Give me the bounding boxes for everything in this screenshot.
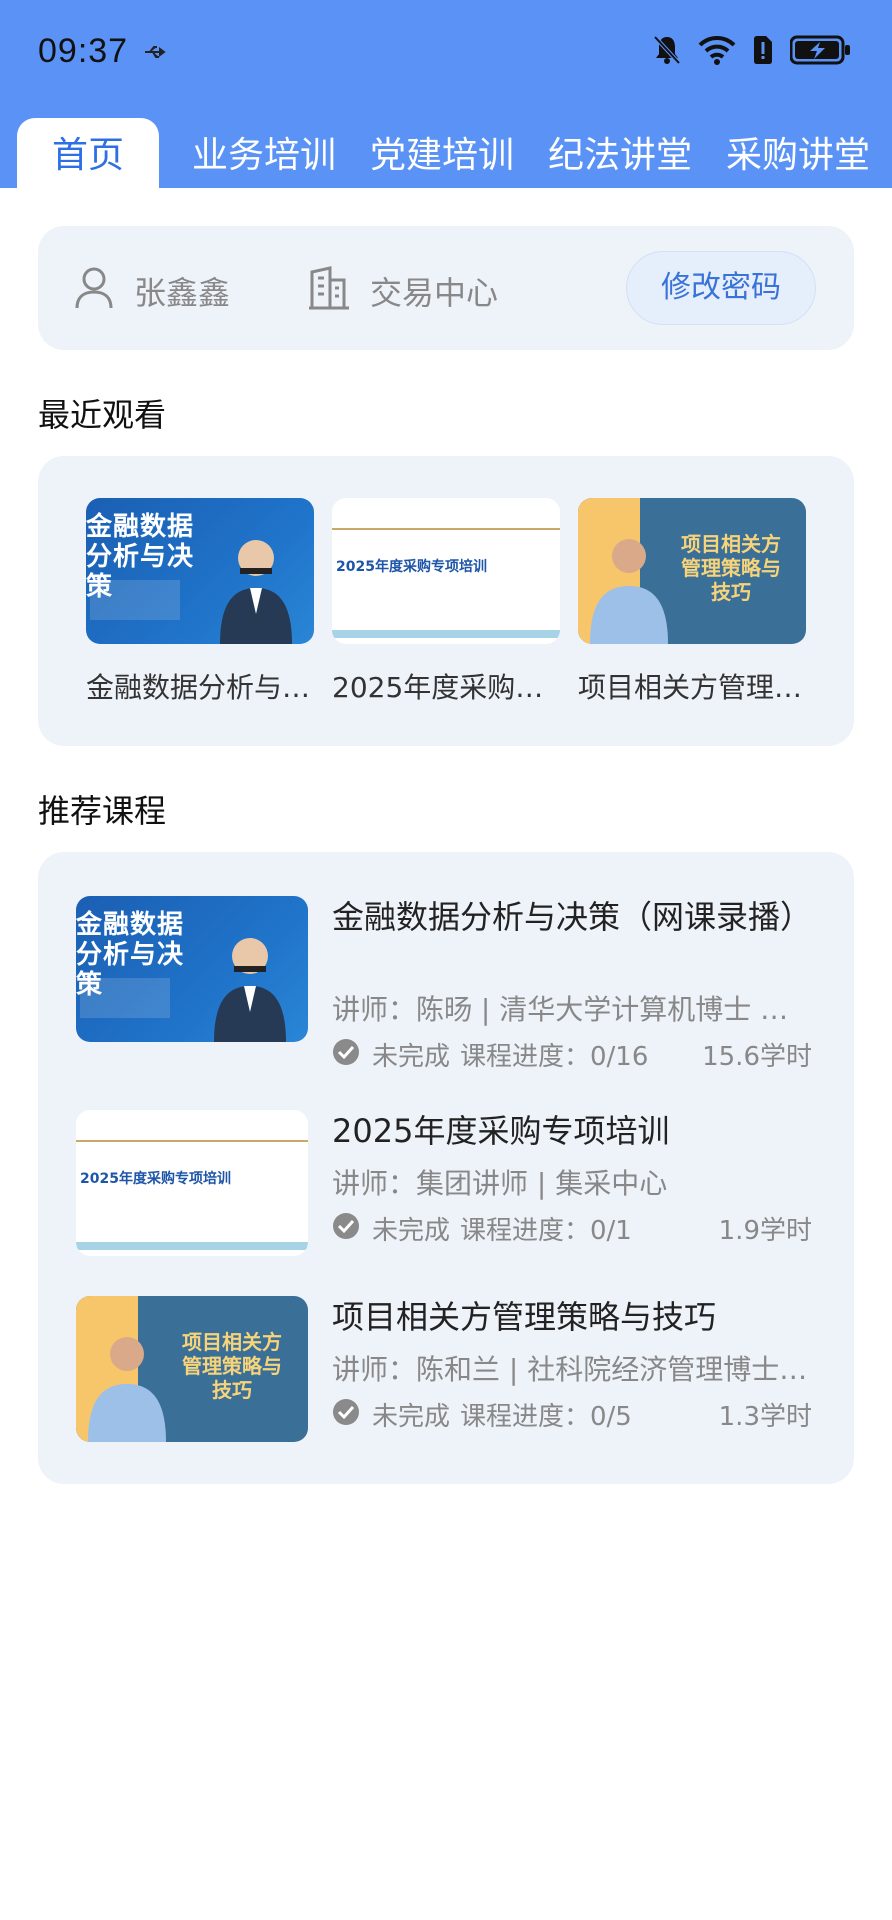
course-item[interactable]: 项目相关方管理策略与技巧 项目相关方管理策略与技巧 讲师：陈和兰 | 社科院经济…: [76, 1296, 816, 1446]
course-title: 金融数据分析与决策（网课录播）: [332, 898, 813, 936]
thumbnail-text-block: [90, 580, 180, 620]
user-org: 交易中心: [370, 274, 499, 312]
recent-item-title: 项目相关方管理…: [578, 671, 803, 704]
bell-off-icon: [653, 35, 681, 65]
lecturer-portrait: [88, 1337, 166, 1442]
course-thumbnail: 项目相关方管理策略与技巧: [578, 498, 806, 644]
recent-watch-card: 金融数据分析与决策 金融数据分析与… 2025年度采购专项培训 2025年度采购…: [38, 456, 854, 746]
course-thumbnail: 金融数据分析与决策: [86, 498, 314, 644]
user-icon: [75, 267, 113, 309]
course-thumbnail: 2025年度采购专项培训: [332, 498, 560, 644]
course-status: 未完成: [372, 1042, 451, 1072]
course-thumbnail: 项目相关方管理策略与技巧: [76, 1296, 308, 1442]
lecturer-portrait: [220, 540, 292, 644]
status-time: 09:37: [38, 32, 129, 70]
tab-business-training[interactable]: 业务培训: [192, 118, 336, 188]
app-header: 09:37 首页 业务培训 党建培训 纪法讲堂 采购讲堂: [0, 0, 892, 188]
thumbnail-band: [332, 630, 560, 638]
recent-item[interactable]: 2025年度采购专项培训 2025年度采购…: [332, 498, 560, 706]
tab-bar: 首页 业务培训 党建培训 纪法讲堂 采购讲堂: [0, 118, 892, 188]
course-meta: 未完成 课程进度：0/16 15.6学时: [332, 1034, 812, 1072]
thumbnail-rule: [76, 1140, 308, 1142]
thumbnail-title: 项目相关方管理策略与技巧: [681, 532, 781, 604]
sim-alert-icon: [754, 36, 772, 64]
tab-party-training[interactable]: 党建培训: [370, 118, 514, 188]
check-circle-icon: [333, 1399, 359, 1425]
course-hours: 1.9学时: [718, 1216, 812, 1246]
recent-item[interactable]: 金融数据分析与决策 金融数据分析与…: [86, 498, 314, 706]
course-hours: 1.3学时: [718, 1402, 812, 1432]
course-title: 2025年度采购专项培训: [332, 1112, 670, 1150]
user-info-card: 张鑫鑫 交易中心 修改密码: [38, 226, 854, 350]
battery-charging-icon: [790, 35, 850, 65]
course-teacher: 讲师：陈和兰 | 社科院经济管理博士…: [332, 1353, 808, 1386]
user-name: 张鑫鑫: [134, 274, 231, 312]
course-meta: 未完成 课程进度：0/1 1.9学时: [332, 1208, 812, 1246]
course-hours: 15.6学时: [702, 1042, 812, 1072]
change-password-button[interactable]: 修改密码: [626, 251, 816, 325]
thumbnail-title: 2025年度采购专项培训: [80, 1171, 231, 1187]
thumbnail-title: 2025年度采购专项培训: [336, 559, 487, 575]
tab-discipline-lecture[interactable]: 纪法讲堂: [548, 118, 692, 188]
thumbnail-text-block: [80, 978, 170, 1018]
course-thumbnail: 金融数据分析与决策: [76, 896, 308, 1042]
check-circle-icon: [333, 1039, 359, 1065]
course-progress: 课程进度：0/5: [460, 1402, 632, 1432]
course-title: 项目相关方管理策略与技巧: [332, 1298, 717, 1336]
status-icons: [652, 34, 852, 66]
thumbnail-title: 项目相关方管理策略与技巧: [182, 1330, 282, 1402]
usb-icon: [145, 46, 166, 58]
course-teacher: 讲师：集团讲师 | 集采中心: [332, 1167, 668, 1200]
thumbnail-band: [76, 1242, 308, 1250]
check-circle-icon: [333, 1213, 359, 1239]
recent-item-title: 金融数据分析与…: [86, 671, 311, 704]
course-teacher: 讲师：陈旸 | 清华大学计算机博士 全…: [332, 993, 812, 1026]
course-progress: 课程进度：0/1: [460, 1216, 632, 1246]
tab-procurement-lecture[interactable]: 采购讲堂: [726, 118, 870, 188]
recent-item[interactable]: 项目相关方管理策略与技巧 项目相关方管理…: [578, 498, 806, 706]
recommended-section-title: 推荐课程: [38, 792, 167, 830]
course-meta: 未完成 课程进度：0/5 1.3学时: [332, 1394, 812, 1432]
course-status: 未完成: [372, 1402, 451, 1432]
recommended-card: 金融数据分析与决策 金融数据分析与决策（网课录播） 讲师：陈旸 | 清华大学计算…: [38, 852, 854, 1484]
recent-section-title: 最近观看: [38, 396, 167, 434]
thumbnail-rule: [332, 528, 560, 530]
recent-item-title: 2025年度采购…: [332, 671, 544, 704]
course-progress: 课程进度：0/16: [460, 1042, 649, 1072]
building-icon: [309, 266, 349, 310]
course-thumbnail: 2025年度采购专项培训: [76, 1110, 308, 1256]
lecturer-portrait: [590, 539, 668, 644]
wifi-icon: [698, 35, 736, 65]
course-item[interactable]: 金融数据分析与决策 金融数据分析与决策（网课录播） 讲师：陈旸 | 清华大学计算…: [76, 896, 816, 1072]
tab-home[interactable]: 首页: [17, 118, 159, 188]
course-item[interactable]: 2025年度采购专项培训 2025年度采购专项培训 讲师：集团讲师 | 集采中心…: [76, 1110, 816, 1260]
course-status: 未完成: [372, 1216, 451, 1246]
lecturer-portrait: [214, 938, 286, 1042]
